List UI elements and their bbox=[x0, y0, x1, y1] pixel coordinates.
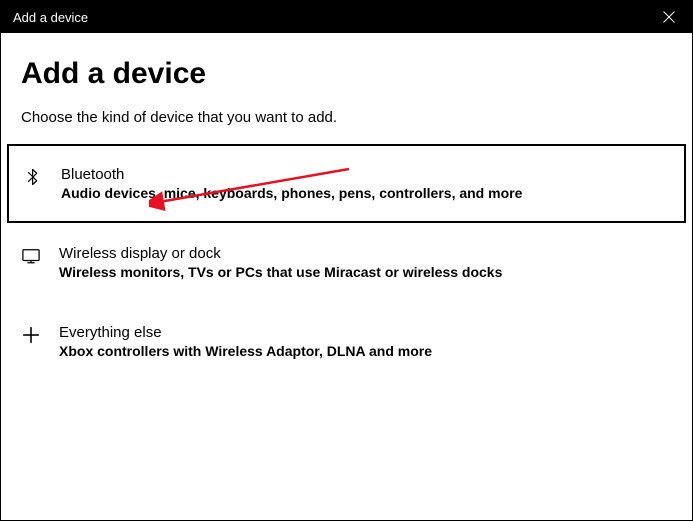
device-options-list: Bluetooth Audio devices, mice, keyboards… bbox=[1, 144, 692, 381]
option-title: Wireless display or dock bbox=[59, 245, 502, 262]
option-title: Everything else bbox=[59, 324, 432, 341]
plus-icon bbox=[21, 326, 41, 344]
window-titlebar: Add a device bbox=[1, 1, 692, 33]
option-text: Everything else Xbox controllers with Wi… bbox=[59, 324, 432, 359]
option-title: Bluetooth bbox=[61, 166, 522, 183]
option-text: Wireless display or dock Wireless monito… bbox=[59, 245, 502, 280]
page-title: Add a device bbox=[21, 57, 672, 91]
option-bluetooth[interactable]: Bluetooth Audio devices, mice, keyboards… bbox=[7, 144, 686, 223]
option-everything-else[interactable]: Everything else Xbox controllers with Wi… bbox=[1, 302, 692, 381]
option-description: Xbox controllers with Wireless Adaptor, … bbox=[59, 343, 432, 359]
window-title: Add a device bbox=[13, 10, 88, 25]
option-description: Wireless monitors, TVs or PCs that use M… bbox=[59, 264, 502, 280]
option-text: Bluetooth Audio devices, mice, keyboards… bbox=[61, 166, 522, 201]
dialog-content: Add a device Choose the kind of device t… bbox=[1, 33, 692, 381]
page-subtitle: Choose the kind of device that you want … bbox=[21, 109, 672, 126]
close-icon bbox=[663, 11, 675, 23]
display-icon bbox=[21, 247, 41, 265]
bluetooth-icon bbox=[23, 168, 43, 186]
close-button[interactable] bbox=[646, 1, 692, 33]
option-description: Audio devices, mice, keyboards, phones, … bbox=[61, 185, 522, 201]
option-wireless-display[interactable]: Wireless display or dock Wireless monito… bbox=[1, 223, 692, 302]
